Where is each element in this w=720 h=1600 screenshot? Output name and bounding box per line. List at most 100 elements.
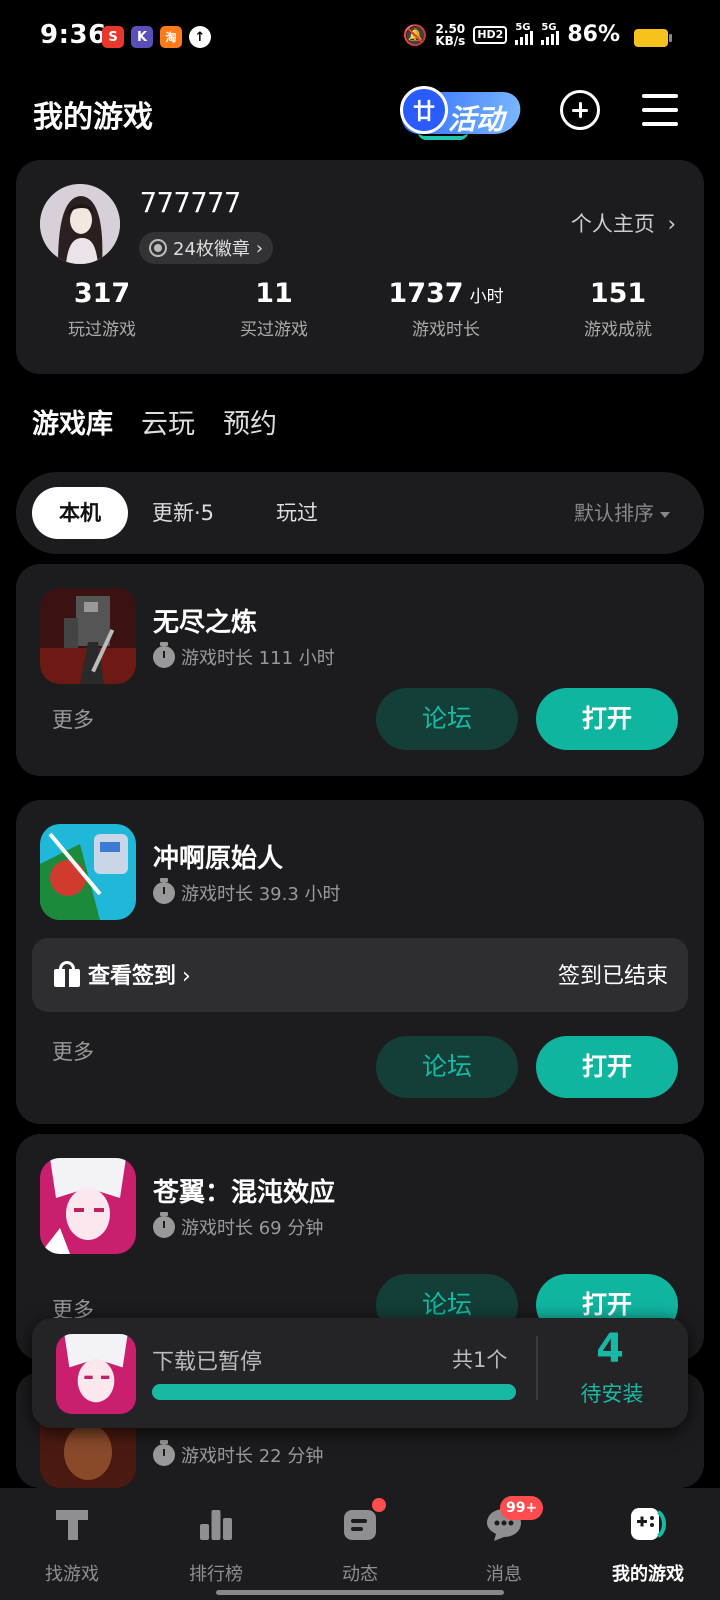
download-state: 下载已暂停	[152, 1350, 263, 1375]
stat-label: 游戏时长	[412, 320, 480, 340]
net-type-2: 5G	[541, 21, 557, 33]
signal-icon: 5G	[515, 21, 534, 45]
stat-unit: 小时	[469, 287, 504, 307]
battery-percent: 86%	[567, 22, 620, 47]
game-icon[interactable]	[40, 588, 136, 684]
sort-label: 默认排序	[574, 501, 654, 525]
homepage-label: 个人主页	[570, 212, 655, 236]
find-game-icon	[56, 1510, 88, 1540]
nav-my-games[interactable]: 我的游戏	[576, 1488, 720, 1600]
playtime-text: 游戏时长 39.3 小时	[181, 884, 341, 905]
badges-label: 24枚徽章	[173, 239, 250, 260]
feed-notification-dot	[372, 1498, 386, 1512]
nav-label: 排行榜	[189, 1564, 243, 1585]
signin-row[interactable]: 查看签到 › 签到已结束	[32, 938, 688, 1012]
open-button[interactable]: 打开	[536, 1036, 678, 1098]
tab-library[interactable]: 游戏库	[30, 402, 130, 441]
game-title: 无尽之炼	[153, 608, 258, 638]
stat-achievements[interactable]: 151 游戏成就	[532, 278, 704, 340]
menu-icon[interactable]	[642, 94, 678, 126]
download-game-icon	[56, 1334, 136, 1414]
profile-stats: 317 玩过游戏 11 买过游戏 1737 小时 游戏时长 151 游戏成就	[16, 278, 704, 340]
more-button[interactable]: 更多	[52, 1036, 94, 1066]
stat-value: 1737	[388, 278, 464, 309]
hd-icon: HD2	[473, 25, 508, 44]
status-app-badges: S K 淘 ↑	[102, 26, 211, 48]
stat-label: 游戏成就	[584, 320, 652, 340]
page-title: 我的游戏	[33, 100, 153, 135]
add-icon[interactable]	[560, 90, 600, 130]
sort-dropdown[interactable]: 默认排序	[574, 487, 670, 539]
caret-down-icon	[660, 511, 670, 518]
battery-icon	[634, 29, 672, 47]
app-taobao-icon: 淘	[160, 26, 182, 48]
divider	[536, 1336, 538, 1400]
nav-feed[interactable]: 动态	[288, 1488, 432, 1600]
homepage-link[interactable]: 个人主页 ›	[571, 208, 676, 238]
my-games-icon	[631, 1508, 666, 1540]
stat-played[interactable]: 317 玩过游戏	[16, 278, 188, 340]
upload-icon: ↑	[189, 26, 211, 48]
playtime-text: 游戏时长 22 分钟	[181, 1446, 324, 1467]
stat-value: 151	[589, 278, 647, 309]
library-tabs: 游戏库 云玩 预约	[30, 402, 277, 441]
stat-value: 11	[255, 278, 293, 309]
open-button[interactable]: 打开	[536, 688, 678, 750]
event-button[interactable]: 廿 活动	[398, 84, 524, 142]
nav-label: 我的游戏	[612, 1564, 684, 1585]
status-bar: 9:36 S K 淘 ↑ 🔕 2.50 KB/s HD2 5G 5G 86%	[0, 0, 720, 76]
ticket-icon: 廿	[400, 86, 448, 134]
mute-icon: 🔕	[402, 22, 428, 47]
filter-updates[interactable]: 更新·5	[152, 487, 214, 539]
nav-find-game[interactable]: 找游戏	[0, 1488, 144, 1600]
pending-install-label: 待安装	[580, 1382, 644, 1406]
nav-label: 动态	[342, 1564, 378, 1585]
game-playtime: 游戏时长 39.3 小时	[153, 878, 341, 906]
bottom-nav: 找游戏 排行榜 动态 消息 我的游戏	[0, 1488, 720, 1600]
signin-status: 签到已结束	[557, 964, 668, 989]
avatar[interactable]	[40, 184, 120, 264]
net-speed-unit: KB/s	[435, 33, 466, 48]
header: 我的游戏 廿 活动	[0, 76, 720, 152]
chevron-right-icon: ›	[667, 212, 676, 236]
swoosh-decoration	[418, 132, 468, 140]
game-icon[interactable]	[40, 824, 136, 920]
forum-button[interactable]: 论坛	[376, 1036, 518, 1098]
playtime-text: 游戏时长 111 小时	[181, 648, 335, 669]
game-playtime: 游戏时长 111 小时	[153, 642, 335, 670]
stat-playtime[interactable]: 1737 小时 游戏时长	[360, 278, 532, 340]
net-speed: 2.50 KB/s	[435, 23, 465, 47]
filter-bar: 本机 更新·5 玩过 默认排序	[16, 472, 704, 554]
stat-label: 玩过游戏	[68, 320, 136, 340]
nav-label: 找游戏	[45, 1564, 99, 1585]
forum-button[interactable]: 论坛	[376, 688, 518, 750]
game-icon[interactable]	[40, 1158, 136, 1254]
download-panel[interactable]: 下载已暂停 共1个 4 待安装	[32, 1318, 688, 1428]
net-speed-value: 2.50	[435, 21, 466, 36]
filter-played[interactable]: 玩过	[276, 487, 318, 539]
signin-label: 查看签到 ›	[88, 958, 191, 990]
app-s-icon: S	[102, 26, 124, 48]
game-title: 苍翼：混沌效应	[153, 1178, 336, 1208]
gesture-bar[interactable]	[216, 1590, 504, 1595]
more-button[interactable]: 更多	[52, 704, 94, 734]
badges-pill[interactable]: 24枚徽章 ›	[139, 232, 274, 264]
stat-value: 317	[73, 278, 131, 309]
signal-icon-2: 5G	[541, 21, 560, 45]
chevron-right-icon: ›	[182, 964, 191, 989]
tab-label: 游戏库	[32, 409, 113, 440]
net-type-1: 5G	[515, 21, 531, 33]
download-count: 共1个	[452, 1348, 508, 1372]
timer-icon	[153, 1212, 175, 1238]
ranking-icon	[200, 1510, 232, 1540]
tab-reserve[interactable]: 预约	[223, 402, 277, 441]
filter-local[interactable]: 本机	[32, 487, 128, 539]
stat-label: 买过游戏	[240, 320, 308, 340]
status-time: 9:36	[40, 20, 107, 50]
message-badge: 99+	[500, 1496, 544, 1520]
game-card: 冲啊原始人 游戏时长 39.3 小时 查看签到 › 签到已结束 更多 论坛 打开	[16, 800, 704, 1124]
nav-ranking[interactable]: 排行榜	[144, 1488, 288, 1600]
chevron-right-icon: ›	[255, 237, 264, 259]
stat-bought[interactable]: 11 买过游戏	[188, 278, 360, 340]
tab-cloud[interactable]: 云玩	[141, 402, 195, 441]
